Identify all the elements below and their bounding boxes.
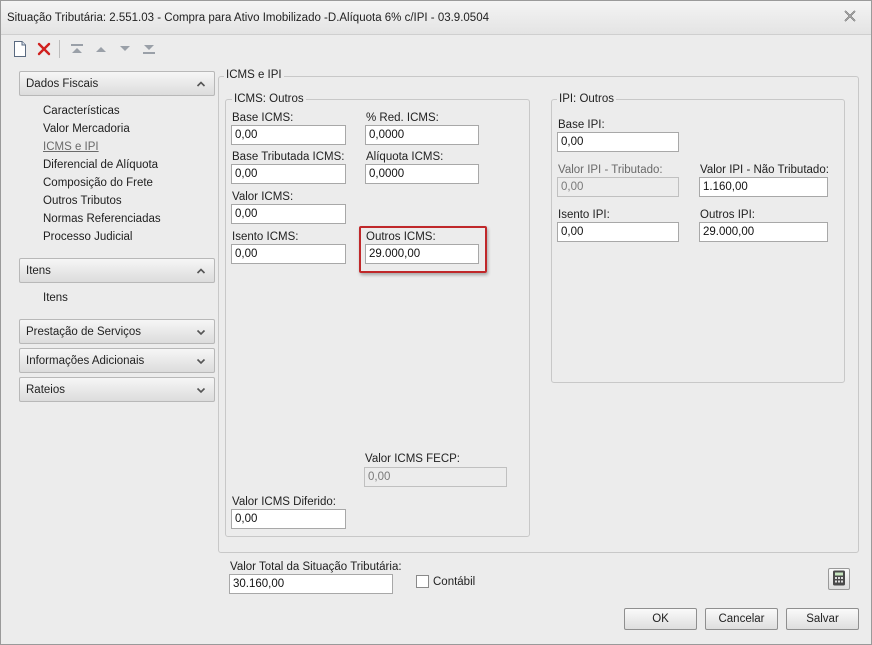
sidebar-item-icms-ipi[interactable]: ICMS e IPI [43,138,215,156]
icms-outros-title: ICMS: Outros [232,93,306,105]
cancel-button[interactable]: Cancelar [705,608,778,630]
accordion-label: Dados Fiscais [26,77,99,90]
toolbar-separator [59,40,60,58]
outros-ipi-input[interactable]: 29.000,00 [699,222,828,242]
calculator-icon [832,570,846,589]
aliquota-icms-label: Alíquota ICMS: [366,151,444,163]
icms-ipi-group-title: ICMS e IPI [224,69,284,81]
valor-icms-label: Valor ICMS: [232,191,294,203]
accordion-label: Informações Adicionais [26,354,145,367]
outros-ipi-label: Outros IPI: [700,209,755,221]
accordion-informacoes-adicionais[interactable]: Informações Adicionais [19,348,215,373]
contabil-checkbox[interactable] [416,575,429,588]
accordion-label: Rateios [26,383,65,396]
accordion-prestacao-servicos[interactable]: Prestação de Serviços [19,319,215,344]
valor-total-input[interactable]: 30.160,00 [229,574,393,594]
sidebar-item-outros-tributos[interactable]: Outros Tributos [43,192,215,210]
sidebar-item-diferencial-aliquota[interactable]: Diferencial de Alíquota [43,156,215,174]
isento-ipi-label: Isento IPI: [558,209,610,221]
valor-icms-fecp-input[interactable]: 0,00 [364,467,507,487]
ok-button[interactable]: OK [624,608,697,630]
accordion-dados-fiscais[interactable]: Dados Fiscais [19,71,215,96]
dialog-window: Situação Tributária: 2.551.03 - Compra p… [0,0,872,645]
delete-icon[interactable] [33,39,55,59]
toolbar [9,38,162,60]
title-bar: Situação Tributária: 2.551.03 - Compra p… [1,1,871,35]
red-icms-label: % Red. ICMS: [366,112,439,124]
valor-ipi-tributado-label: Valor IPI - Tributado: [558,164,663,176]
sidebar-item-valor-mercadoria[interactable]: Valor Mercadoria [43,120,215,138]
sidebar-item-normas-referenciadas[interactable]: Normas Referenciadas [43,210,215,228]
sidebar-item-itens[interactable]: Itens [43,289,215,307]
red-icms-input[interactable]: 0,0000 [365,125,479,145]
outros-icms-label: Outros ICMS: [366,231,436,243]
isento-icms-input[interactable]: 0,00 [231,244,346,264]
chevron-down-icon [196,327,206,337]
accordion-body-itens: Itens [19,283,215,319]
aliquota-icms-input[interactable]: 0,0000 [365,164,479,184]
sidebar: Dados Fiscais Características Valor Merc… [19,71,215,402]
isento-ipi-input[interactable]: 0,00 [557,222,679,242]
sidebar-item-caracteristicas[interactable]: Características [43,102,215,120]
contabil-label: Contábil [433,576,476,588]
last-record-icon[interactable] [138,39,160,59]
base-icms-input[interactable]: 0,00 [231,125,346,145]
save-button[interactable]: Salvar [786,608,859,630]
previous-record-icon[interactable] [90,39,112,59]
window-title: Situação Tributária: 2.551.03 - Compra p… [7,12,489,24]
base-tributada-icms-input[interactable]: 0,00 [231,164,346,184]
valor-icms-diferido-label: Valor ICMS Diferido: [232,496,336,508]
chevron-up-icon [196,266,206,276]
accordion-itens[interactable]: Itens [19,258,215,283]
valor-icms-fecp-label: Valor ICMS FECP: [365,453,460,465]
isento-icms-label: Isento ICMS: [232,231,299,243]
accordion-body-dados-fiscais: Características Valor Mercadoria ICMS e … [19,96,215,254]
close-icon[interactable] [843,10,857,24]
first-record-icon[interactable] [66,39,88,59]
chevron-down-icon [196,385,206,395]
calculator-button[interactable] [828,568,850,590]
valor-ipi-nao-tributado-input[interactable]: 1.160,00 [699,177,828,197]
accordion-rateios[interactable]: Rateios [19,377,215,402]
new-document-icon[interactable] [9,39,31,59]
base-ipi-label: Base IPI: [558,119,605,131]
outros-icms-input[interactable]: 29.000,00 [365,244,479,264]
valor-total-label: Valor Total da Situação Tributária: [230,561,402,573]
base-ipi-input[interactable]: 0,00 [557,132,679,152]
next-record-icon[interactable] [114,39,136,59]
sidebar-item-processo-judicial[interactable]: Processo Judicial [43,228,215,246]
ipi-outros-title: IPI: Outros [557,93,616,105]
chevron-up-icon [196,79,206,89]
valor-icms-diferido-input[interactable]: 0,00 [231,509,346,529]
accordion-label: Prestação de Serviços [26,325,142,338]
valor-ipi-tributado-input[interactable]: 0,00 [557,177,679,197]
valor-ipi-nao-tributado-label: Valor IPI - Não Tributado: [700,164,829,176]
base-tributada-icms-label: Base Tributada ICMS: [232,151,345,163]
base-icms-label: Base ICMS: [232,112,294,124]
chevron-down-icon [196,356,206,366]
valor-icms-input[interactable]: 0,00 [231,204,346,224]
accordion-label: Itens [26,264,51,277]
sidebar-item-composicao-frete[interactable]: Composição do Frete [43,174,215,192]
